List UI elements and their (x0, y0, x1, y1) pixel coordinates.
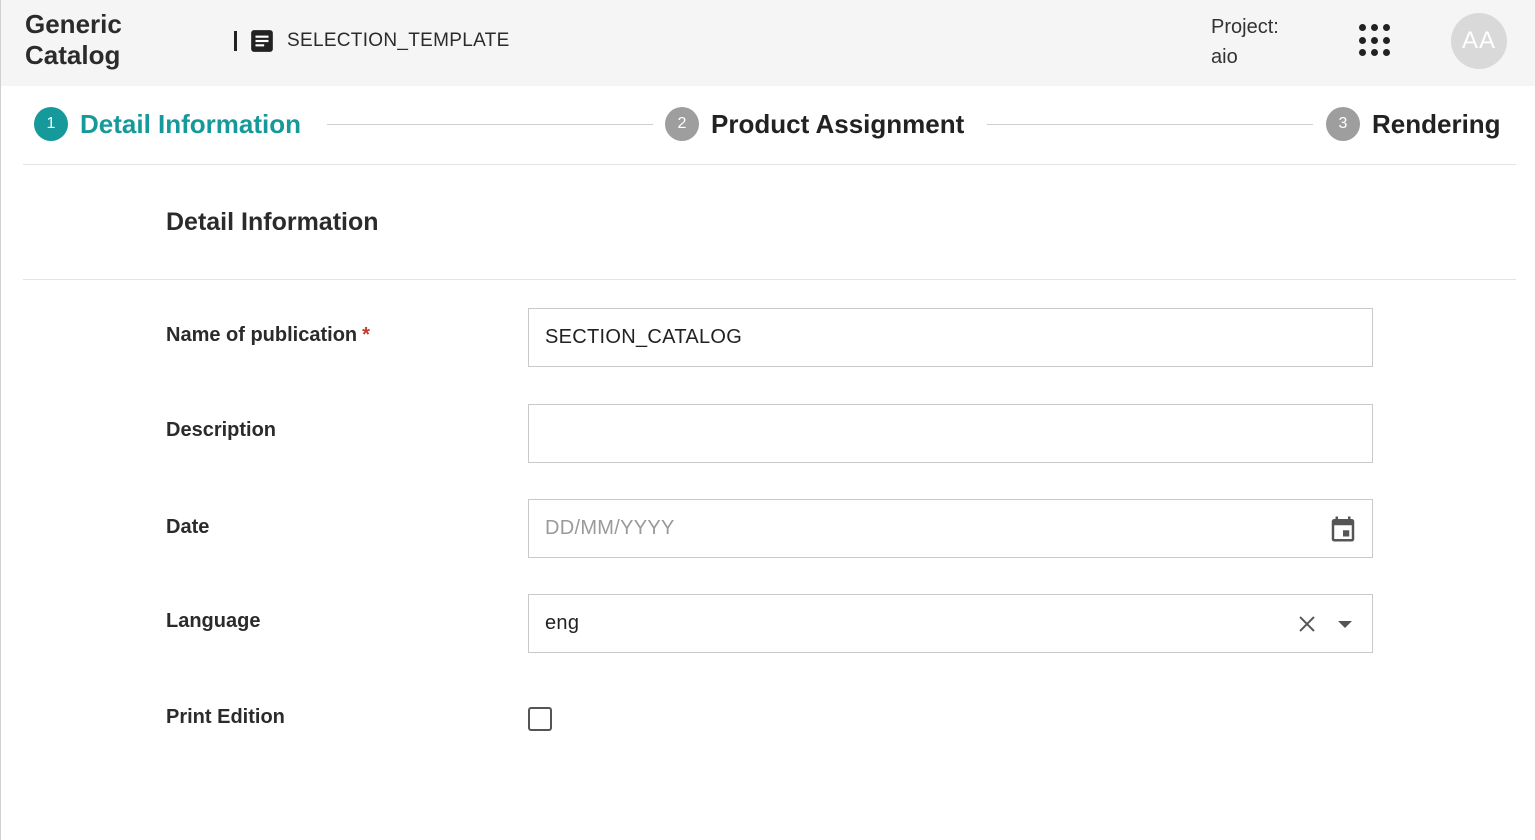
description-label: Description (166, 419, 277, 441)
section-title: Detail Information (166, 208, 379, 236)
name-of-publication-label: Name of publication * (166, 324, 370, 347)
name-of-publication-input[interactable]: SECTION_CATALOG (528, 308, 1373, 367)
app-frame: Generic Catalog SELECTION_TEMPLATE Proje… (0, 0, 1535, 840)
step-detail-information[interactable]: 1 Detail Information (34, 107, 301, 141)
close-icon[interactable] (1296, 613, 1318, 635)
step-label: Product Assignment (711, 108, 965, 139)
app-title: Generic Catalog (25, 9, 122, 70)
print-edition-checkbox[interactable] (528, 707, 552, 731)
step-number: 2 (665, 107, 699, 141)
field-label-text: Name of publication (166, 324, 358, 346)
language-select[interactable]: eng (528, 594, 1373, 653)
section-divider (23, 279, 1516, 280)
step-number: 3 (1326, 107, 1360, 141)
caret-down-icon[interactable] (1338, 619, 1352, 629)
project-info: Project: aio (1211, 12, 1279, 72)
apps-grid-icon[interactable] (1359, 24, 1393, 58)
language-label: Language (166, 610, 261, 632)
date-label: Date (166, 516, 210, 538)
breadcrumb: SELECTION_TEMPLATE (234, 27, 510, 55)
step-connector (327, 124, 653, 125)
top-header: Generic Catalog SELECTION_TEMPLATE Proje… (1, 0, 1535, 86)
breadcrumb-separator (234, 31, 237, 51)
date-placeholder: DD/MM/YYYY (545, 517, 675, 539)
required-asterisk: * (362, 324, 370, 346)
date-input[interactable]: DD/MM/YYYY (528, 499, 1373, 558)
user-avatar[interactable]: AA (1451, 13, 1507, 69)
breadcrumb-template-name[interactable]: SELECTION_TEMPLATE (287, 30, 510, 52)
name-of-publication-value: SECTION_CATALOG (545, 326, 743, 348)
calendar-icon[interactable] (1328, 514, 1358, 544)
step-label: Rendering (1372, 108, 1501, 139)
step-number: 1 (34, 107, 68, 141)
document-icon (249, 28, 275, 54)
language-value: eng (545, 612, 580, 634)
step-product-assignment[interactable]: 2 Product Assignment (665, 107, 964, 141)
step-rendering[interactable]: 3 Rendering (1326, 107, 1501, 141)
wizard-stepper: 1 Detail Information 2 Product Assignmen… (23, 86, 1516, 165)
step-label: Detail Information (80, 108, 302, 139)
project-label: Project: (1211, 16, 1279, 38)
step-connector (987, 124, 1313, 125)
project-value[interactable]: aio (1211, 42, 1279, 72)
print-edition-label: Print Edition (166, 706, 285, 728)
description-input[interactable] (528, 404, 1373, 463)
